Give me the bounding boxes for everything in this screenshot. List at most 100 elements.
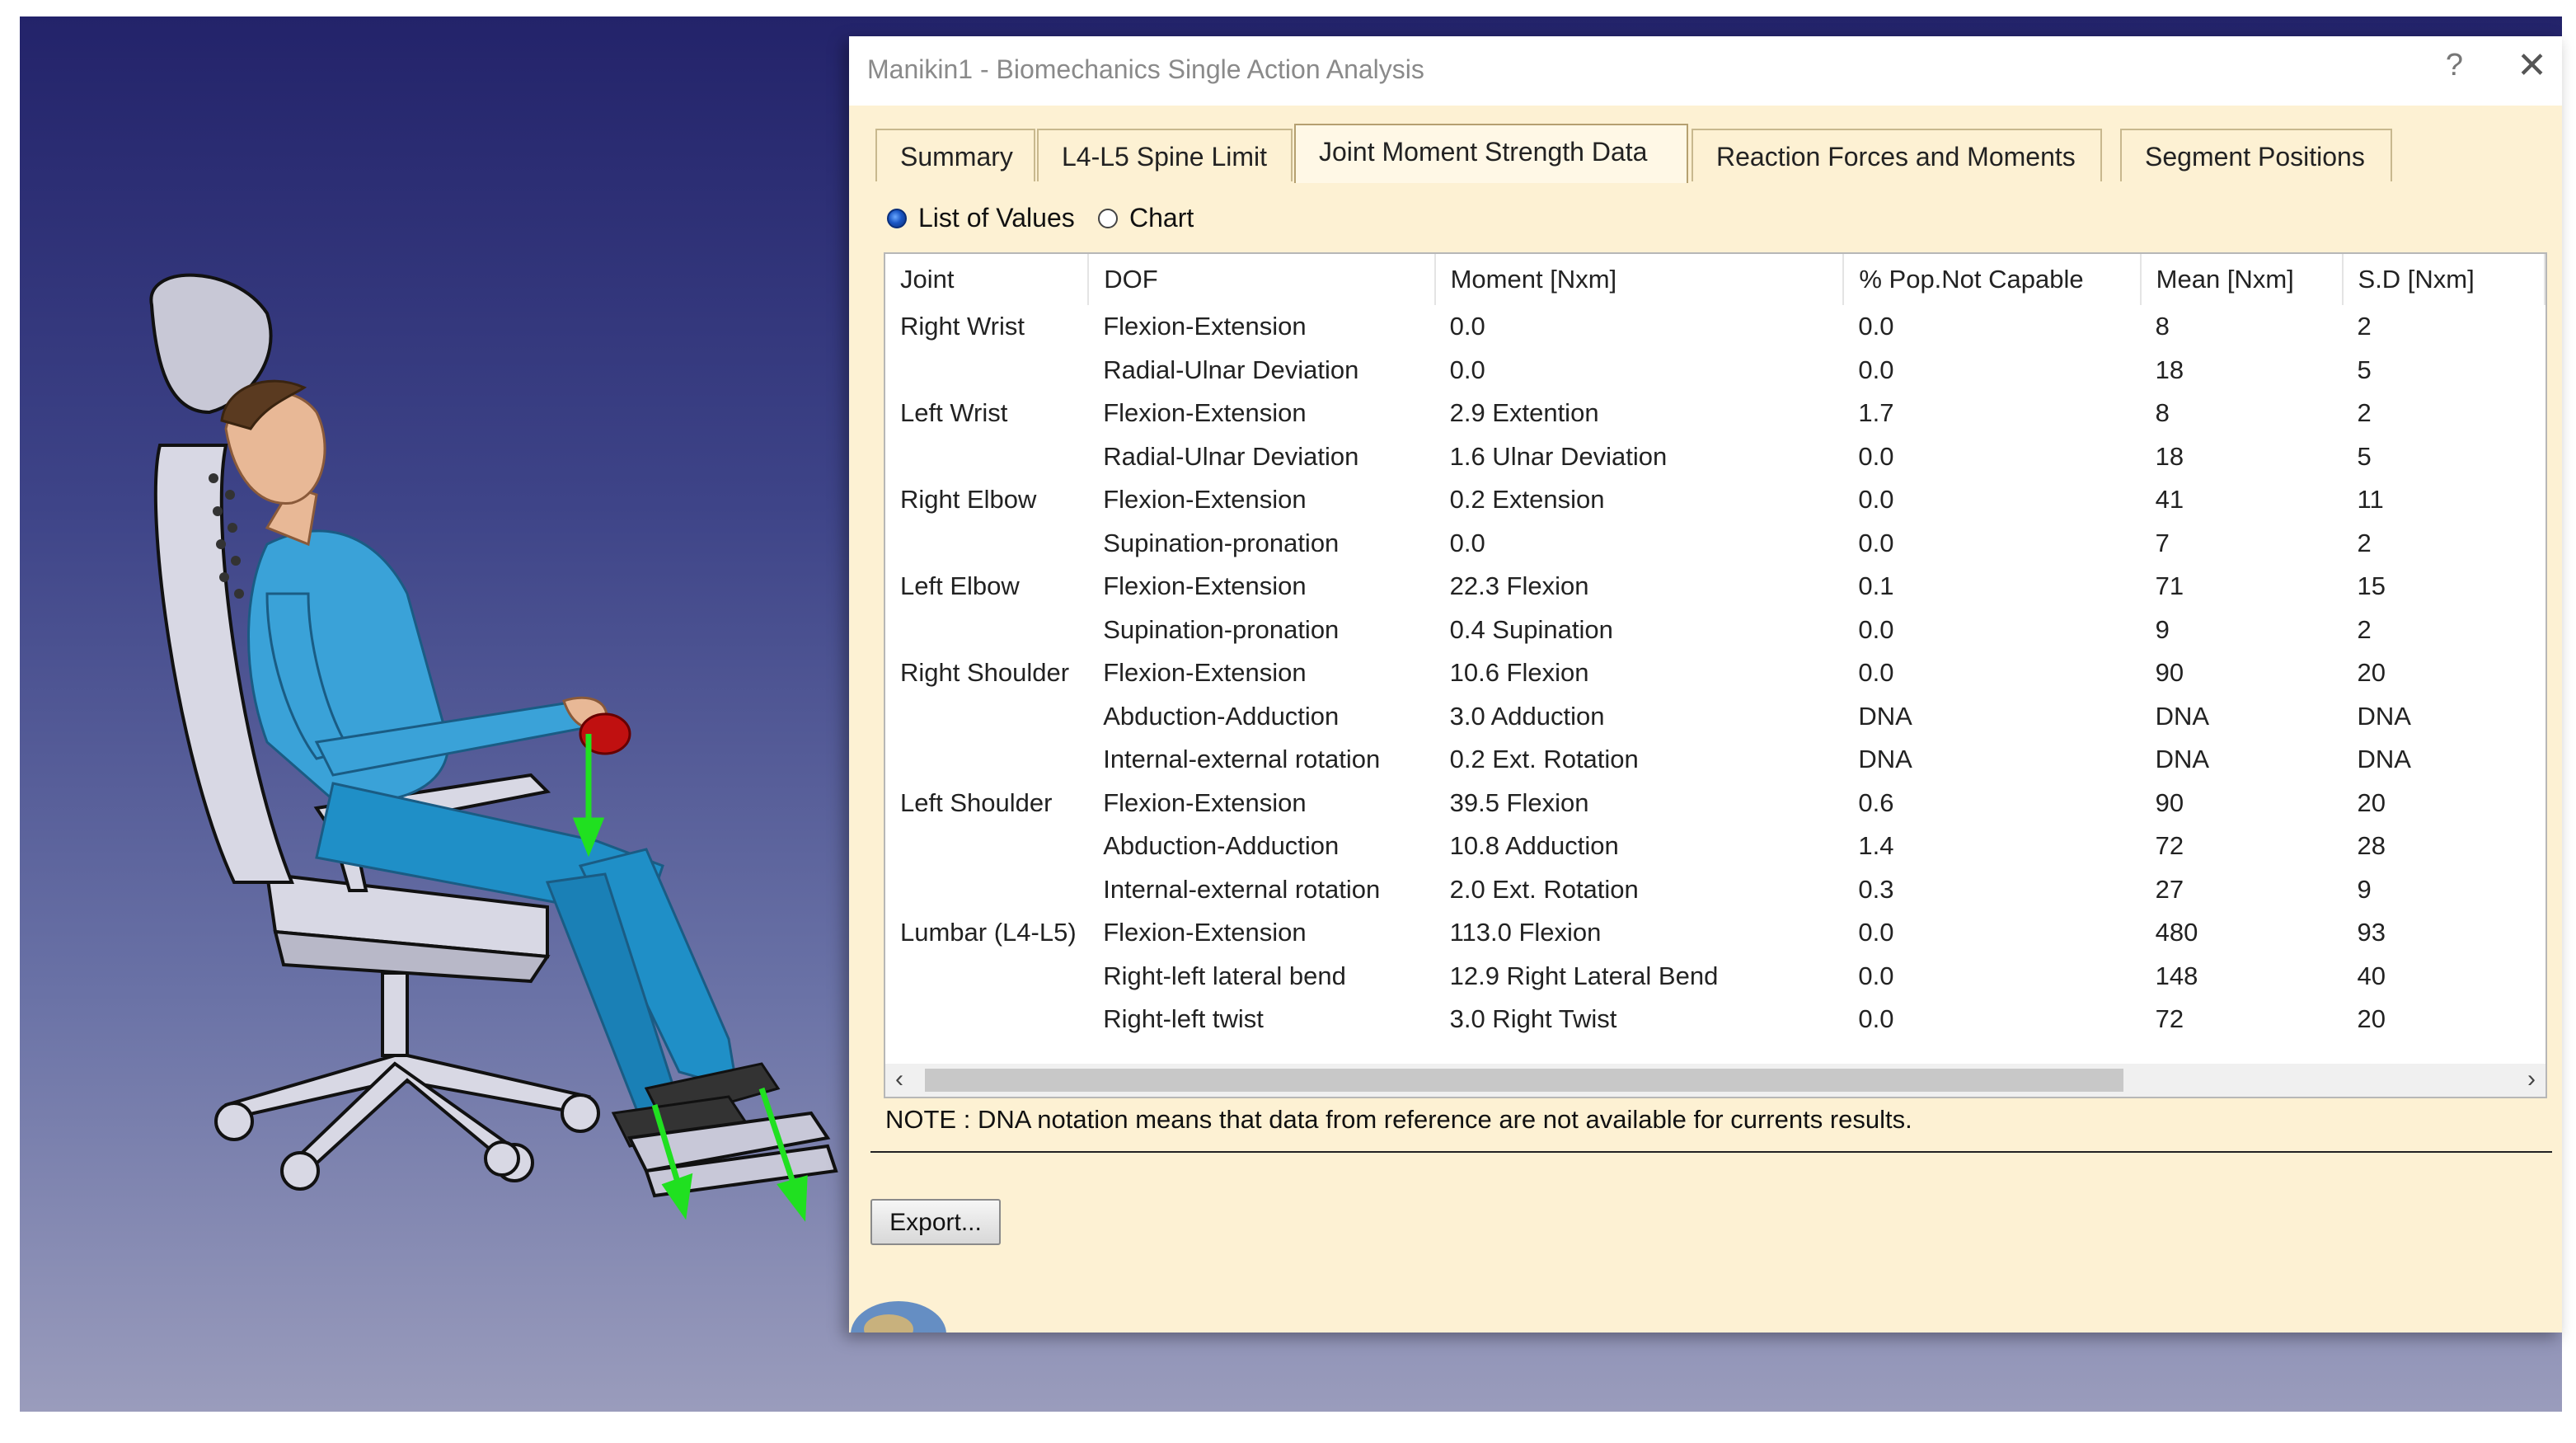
table-row[interactable]: Internal-external rotation 0.2 Ext. Rotat… [885, 738, 2545, 782]
pop-not-capable-cell: 1.4 [1858, 831, 1894, 861]
table-row[interactable]: Radial-Ulnar Deviation 0.0 0.0 18 5 [885, 349, 2545, 392]
sd-cell: 2 [2357, 398, 2372, 428]
mean-cell: DNA [2155, 745, 2210, 774]
column-header-dof[interactable]: DOF [1088, 254, 1436, 305]
table-row[interactable]: Right Shoulder Flexion-Extension 10.6 Flex… [885, 651, 2545, 695]
pop-not-capable-cell: 0.0 [1858, 312, 1894, 341]
pop-not-capable-cell: 0.0 [1858, 961, 1894, 990]
mean-cell: 9 [2155, 614, 2170, 644]
table-row[interactable]: Right Wrist Flexion-Extension 0.0 0.0 8 2 [885, 305, 2545, 349]
dof-cell: Radial-Ulnar Deviation [1103, 441, 1359, 471]
dof-cell: Supination-pronation [1103, 614, 1340, 644]
moment-cell: 113.0 Flexion [1449, 918, 1602, 947]
moment-cell: 2.0 Ext. Rotation [1449, 874, 1639, 904]
dof-cell: Right-left twist [1103, 1004, 1264, 1034]
table-row[interactable]: Left Elbow Flexion-Extension 22.3 Flexion 0… [885, 565, 2545, 609]
dof-cell: Flexion-Extension [1103, 398, 1307, 428]
tab-joint-moment-strength-data[interactable]: Joint Moment Strength Data [1294, 124, 1688, 183]
sd-cell: 2 [2357, 614, 2372, 644]
column-header-moment[interactable]: Moment [Nxm] [1434, 254, 1845, 305]
table-row[interactable]: Supination-pronation 0.0 0.0 7 2 [885, 522, 2545, 566]
sd-cell: 2 [2357, 312, 2372, 341]
moment-cell: 0.0 [1449, 355, 1485, 384]
pop-not-capable-cell: 1.7 [1858, 398, 1894, 428]
moment-cell: 10.8 Adduction [1449, 831, 1619, 861]
table-row[interactable]: Lumbar (L4-L5) Flexion-Extension 113.0 Fle… [885, 911, 2545, 955]
close-button[interactable]: ✕ [2517, 45, 2547, 87]
joint-cell: Left Wrist [900, 398, 1008, 428]
pop-not-capable-cell: 0.0 [1858, 658, 1894, 688]
mean-cell: 72 [2155, 831, 2184, 861]
list-of-values-label: List of Values [918, 203, 1075, 233]
dof-cell: Flexion-Extension [1103, 787, 1307, 817]
scrollbar-thumb[interactable] [925, 1069, 2123, 1092]
table-row[interactable]: Internal-external rotation 2.0 Ext. Rotat… [885, 868, 2545, 912]
dof-cell: Flexion-Extension [1103, 312, 1307, 341]
radio-unchecked-icon [1098, 208, 1118, 228]
radio-checked-icon [887, 208, 907, 228]
tab-l4-l5-spine-limit[interactable]: L4-L5 Spine Limit [1037, 129, 1293, 181]
pop-not-capable-cell: 0.0 [1858, 528, 1894, 557]
joint-cell [885, 609, 1088, 652]
table-row[interactable]: Abduction-Adduction 10.8 Adduction 1.4 72 28 [885, 825, 2545, 868]
mean-cell: DNA [2155, 701, 2210, 731]
table-row[interactable]: Radial-Ulnar Deviation 1.6 Ulnar Deviatio… [885, 435, 2545, 479]
table-row[interactable]: Abduction-Adduction 3.0 Adduction DNA DNA DN… [885, 695, 2545, 739]
mean-cell: 148 [2155, 961, 2198, 990]
sd-cell: 5 [2357, 441, 2372, 471]
scroll-left-icon[interactable]: ‹ [895, 1065, 903, 1093]
joint-cell: Lumbar (L4-L5) [900, 918, 1077, 947]
mean-cell: 7 [2155, 528, 2170, 557]
dof-cell: Abduction-Adduction [1103, 701, 1340, 731]
table-header-row: Joint DOF Moment [Nxm] % Pop.Not Capable… [885, 254, 2546, 305]
tab-reaction-forces-and-moments[interactable]: Reaction Forces and Moments [1692, 129, 2102, 181]
export-button[interactable]: Export... [870, 1199, 1001, 1245]
values-table-container[interactable]: Joint DOF Moment [Nxm] % Pop.Not Capable… [884, 252, 2547, 1098]
help-button[interactable]: ? [2446, 48, 2463, 83]
sd-cell: 20 [2357, 787, 2386, 817]
table-body: Right Wrist Flexion-Extension 0.0 0.0 8 2 Radi… [885, 305, 2545, 1041]
column-header-pop-not-capable[interactable]: % Pop.Not Capable [1843, 254, 2142, 305]
joint-cell [885, 695, 1088, 739]
moment-cell: 3.0 Right Twist [1449, 1004, 1617, 1034]
pop-not-capable-cell: 0.0 [1858, 485, 1894, 515]
table-row[interactable]: Left Shoulder Flexion-Extension 39.5 Flexi… [885, 782, 2545, 825]
scroll-right-icon[interactable]: › [2527, 1065, 2536, 1093]
column-header-sd[interactable]: S.D [Nxm] [2342, 254, 2546, 305]
table-row[interactable]: Right Elbow Flexion-Extension 0.2 Extensio… [885, 478, 2545, 522]
mean-cell: 41 [2155, 485, 2184, 515]
table-row[interactable]: Left Wrist Flexion-Extension 2.9 Extention… [885, 392, 2545, 435]
sd-cell: 28 [2357, 831, 2386, 861]
tab-summary[interactable]: Summary [875, 129, 1035, 181]
list-of-values-radio[interactable]: List of Values [887, 203, 1075, 233]
moment-cell: 0.2 Extension [1449, 485, 1605, 515]
chart-radio[interactable]: Chart [1098, 203, 1194, 233]
table-row[interactable]: Right-left twist 3.0 Right Twist 0.0 72 20 [885, 998, 2545, 1041]
pop-not-capable-cell: 0.0 [1858, 355, 1894, 384]
pop-not-capable-cell: 0.6 [1858, 787, 1894, 817]
joint-cell: Right Shoulder [900, 658, 1070, 688]
joint-cell: Left Elbow [900, 571, 1020, 601]
dof-cell: Radial-Ulnar Deviation [1103, 355, 1359, 384]
pop-not-capable-cell: 0.1 [1858, 571, 1894, 601]
title-bar: Manikin1 - Biomechanics Single Action An… [849, 36, 2562, 106]
moment-cell: 1.6 Ulnar Deviation [1449, 441, 1668, 471]
column-header-joint[interactable]: Joint [885, 254, 1090, 305]
table-row[interactable]: Supination-pronation 0.4 Supination 0.0 9 2 [885, 609, 2545, 652]
moment-cell: 12.9 Right Lateral Bend [1449, 961, 1719, 990]
table-row[interactable]: Right-left lateral bend 12.9 Right Latera… [885, 955, 2545, 999]
horizontal-scrollbar[interactable]: ‹ › [885, 1064, 2546, 1097]
sd-cell: 2 [2357, 528, 2372, 557]
column-header-mean[interactable]: Mean [Nxm] [2140, 254, 2344, 305]
moment-cell: 10.6 Flexion [1449, 658, 1589, 688]
pop-not-capable-cell: 0.0 [1858, 441, 1894, 471]
biomechanics-dialog: Manikin1 - Biomechanics Single Action An… [849, 36, 2562, 1333]
joint-cell [885, 998, 1088, 1041]
pop-not-capable-cell: DNA [1858, 701, 1912, 731]
dof-cell: Abduction-Adduction [1103, 831, 1340, 861]
tab-segment-positions[interactable]: Segment Positions [2120, 129, 2392, 181]
moment-cell: 0.0 [1449, 312, 1485, 341]
sd-cell: 40 [2357, 961, 2386, 990]
joint-cell [885, 955, 1088, 999]
dna-note: NOTE : DNA notation means that data from… [885, 1105, 1912, 1134]
